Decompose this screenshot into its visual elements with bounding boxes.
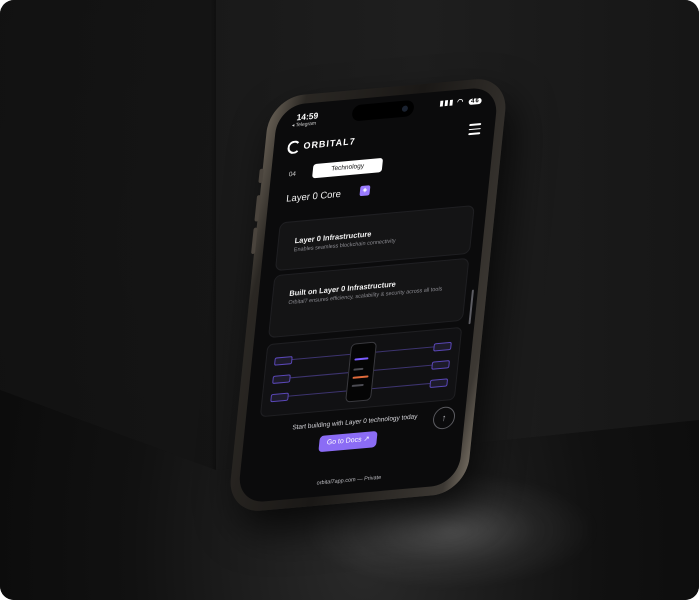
arrow-up-icon: ↑ [441,412,447,424]
scene-background: 14:59 ◂ Telegram ▮▮▮ ◠ 46 ORBITAL7 04 Te… [0,0,699,600]
phone-mockup: 14:59 ◂ Telegram ▮▮▮ ◠ 46 ORBITAL7 04 Te… [227,76,509,514]
battery-icon: 46 [468,97,482,106]
status-icons: ▮▮▮ ◠ 46 [439,96,482,108]
diagram-phone [345,341,378,403]
signal-icon: ▮▮▮ [439,99,455,108]
diagram-link [286,372,349,379]
scroll-to-top-button[interactable]: ↑ [431,405,457,431]
diagram-node [272,374,291,385]
logo[interactable]: ORBITAL7 [286,135,357,155]
dynamic-island [351,99,415,122]
diagram-node [270,392,289,403]
hamburger-menu-icon[interactable] [468,122,482,135]
diagram-node [429,378,449,389]
diagram-link [371,364,434,372]
section-tag: Technology [312,157,384,179]
diagram-node [431,360,450,370]
phone-frame: 14:59 ◂ Telegram ▮▮▮ ◠ 46 ORBITAL7 04 Te… [227,76,509,514]
section-number: 04 [288,170,297,179]
go-to-docs-button[interactable]: Go to Docs ↗ [318,430,378,453]
browser-url-bar[interactable]: orbital7app.com — Private [238,468,459,494]
orbit-logo-icon [286,140,302,155]
back-to-app-link[interactable]: ◂ Telegram [291,121,316,129]
architecture-diagram [259,326,463,418]
scrollbar[interactable] [468,289,474,325]
diagram-link [288,353,351,361]
logo-text: ORBITAL7 [303,136,357,151]
diagram-node [274,356,293,366]
section-title: Layer 0 Core [285,188,342,205]
diagram-link [370,382,432,390]
camera-icon [401,105,409,113]
diagram-link [373,346,436,353]
diagram-node [433,341,452,352]
feature-card: Built on Layer 0 Infrastructure Orbital7… [267,257,470,339]
diagram-link [284,390,347,397]
phone-screen: 14:59 ◂ Telegram ▮▮▮ ◠ 46 ORBITAL7 04 Te… [237,86,499,504]
layer-core-icon: ◈ [359,185,371,197]
action-button [258,168,264,184]
wifi-icon: ◠ [456,98,465,107]
